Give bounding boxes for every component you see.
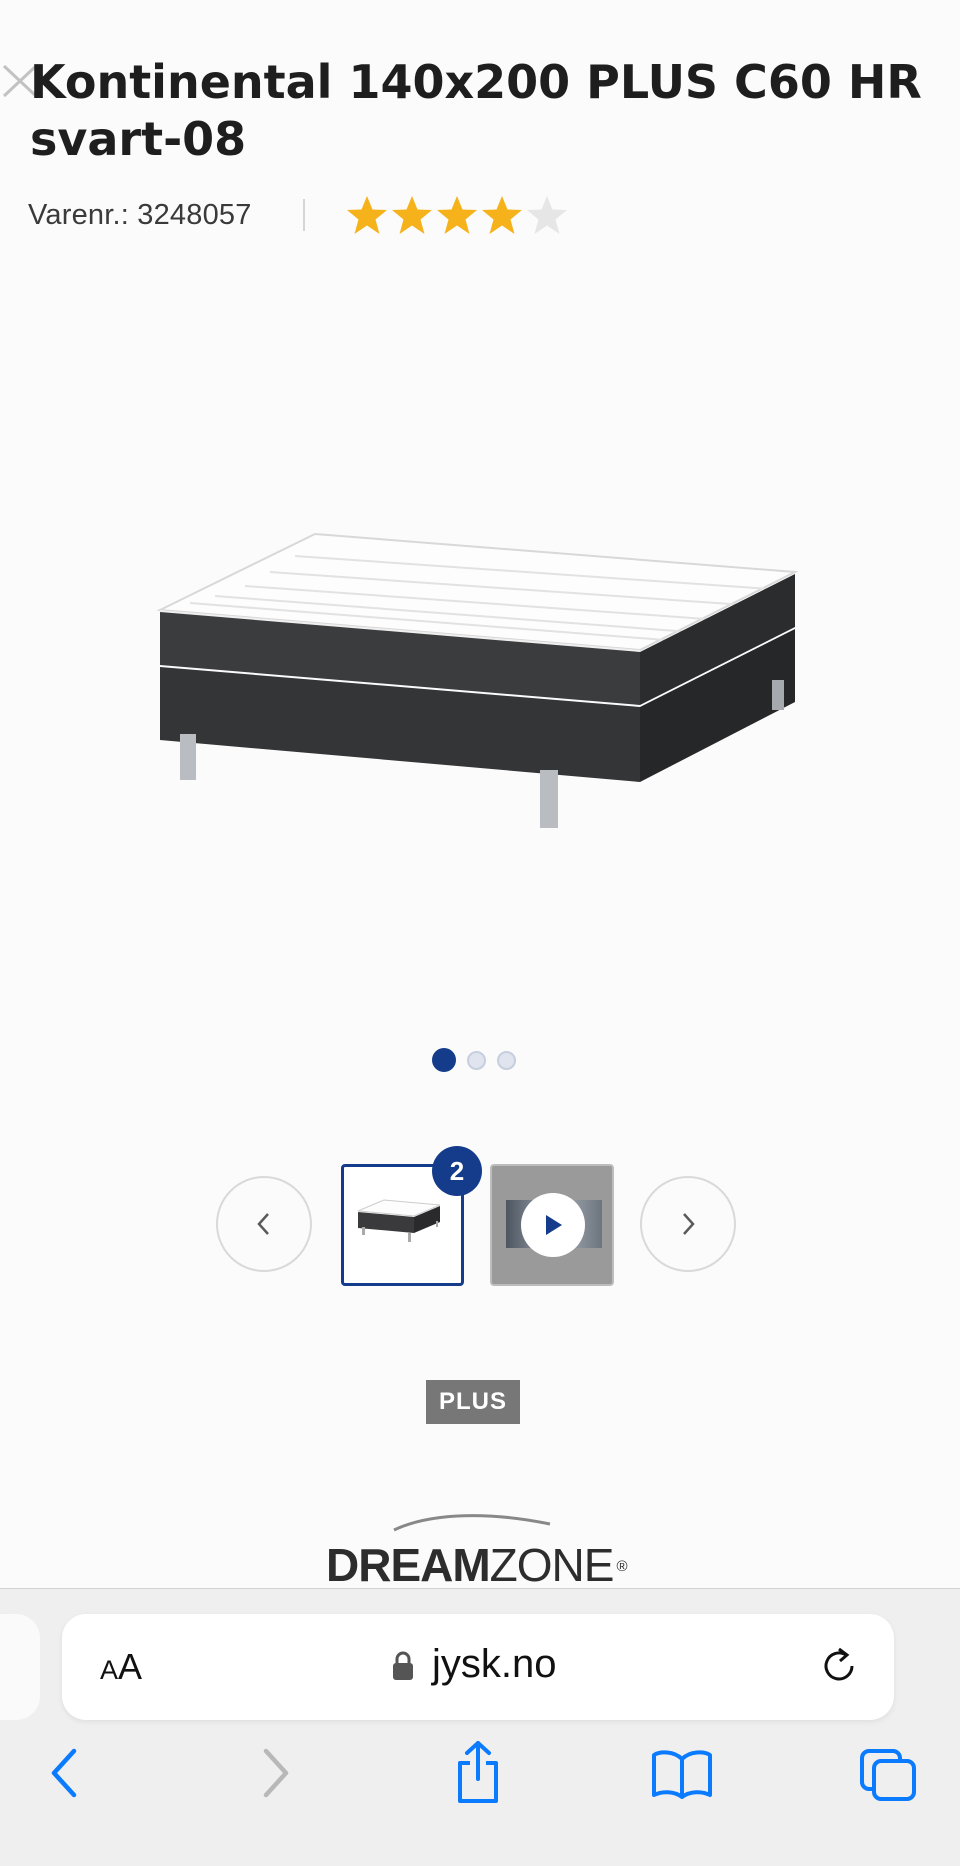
chevron-right-icon bbox=[683, 1213, 695, 1235]
product-meta: Varenr.: 3248057 bbox=[28, 194, 569, 236]
product-image[interactable] bbox=[150, 500, 810, 860]
prev-image-button[interactable] bbox=[216, 1176, 312, 1272]
star-icon bbox=[391, 196, 432, 234]
product-title: Kontinental 140x200 PLUS C60 HR svart-08 bbox=[30, 55, 922, 166]
carousel-dot[interactable] bbox=[497, 1050, 516, 1070]
share-icon[interactable] bbox=[453, 1739, 503, 1805]
thumbnail-badge: 2 bbox=[432, 1146, 482, 1196]
next-image-button[interactable] bbox=[640, 1176, 736, 1272]
sku-label: Varenr.: 3248057 bbox=[28, 198, 252, 231]
brand-name-regular: ZONE bbox=[489, 1539, 615, 1591]
rating-stars[interactable] bbox=[345, 194, 569, 236]
brand-logo: DREAMZONE ® bbox=[326, 1510, 628, 1591]
address-bar[interactable]: AA jysk.no bbox=[62, 1614, 894, 1720]
carousel-dot[interactable] bbox=[467, 1050, 486, 1070]
bookmarks-icon[interactable] bbox=[650, 1747, 714, 1801]
tabs-icon[interactable] bbox=[858, 1747, 918, 1803]
chevron-left-icon bbox=[257, 1213, 269, 1235]
brand-name-bold: DREAM bbox=[326, 1539, 491, 1591]
forward-icon[interactable] bbox=[258, 1747, 294, 1799]
star-icon bbox=[526, 196, 567, 234]
text-size-button[interactable]: AA bbox=[100, 1646, 142, 1688]
thumbnail-video[interactable] bbox=[490, 1164, 614, 1286]
carousel-dot[interactable] bbox=[432, 1048, 456, 1072]
carousel-dots bbox=[432, 1048, 516, 1072]
star-icon bbox=[436, 196, 477, 234]
lock-icon bbox=[393, 1651, 413, 1680]
series-tag: PLUS bbox=[426, 1380, 520, 1424]
url-text[interactable]: jysk.no bbox=[432, 1642, 557, 1687]
previous-tab-edge[interactable] bbox=[0, 1614, 40, 1720]
play-icon bbox=[521, 1193, 585, 1257]
meta-divider bbox=[302, 199, 305, 231]
star-icon bbox=[346, 196, 387, 234]
brand-mark: ® bbox=[616, 1558, 627, 1575]
brand-wave bbox=[393, 1514, 551, 1532]
star-icon bbox=[481, 196, 522, 234]
browser-chrome: AA jysk.no bbox=[0, 1588, 960, 1866]
back-icon[interactable] bbox=[46, 1747, 82, 1799]
reload-icon[interactable] bbox=[819, 1646, 861, 1688]
